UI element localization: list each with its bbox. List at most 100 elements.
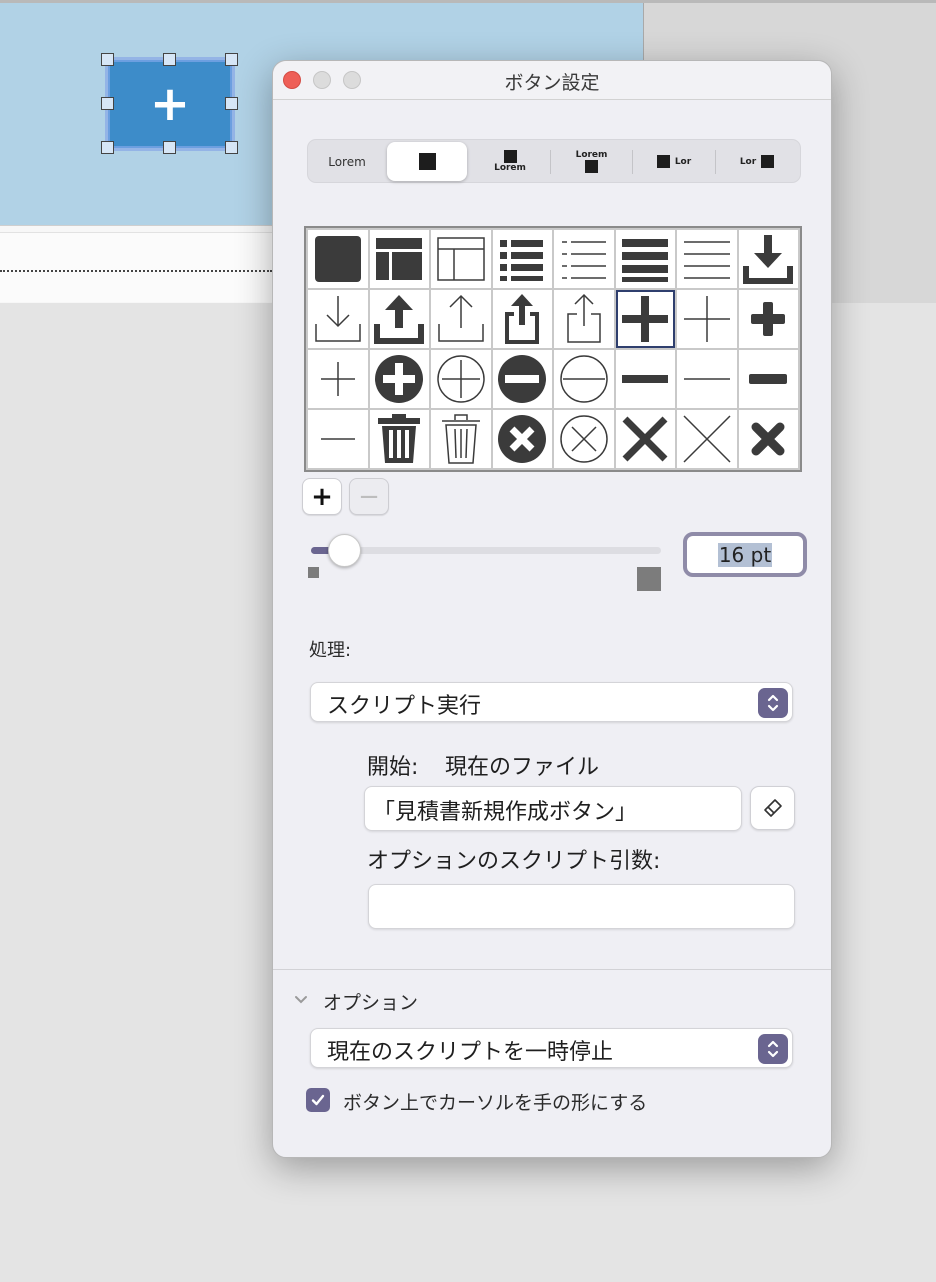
segment-icon-above-text[interactable]: Lorem	[470, 142, 550, 181]
icon-cell[interactable]	[738, 290, 798, 348]
upload-bold-icon	[374, 295, 425, 344]
icon-cell[interactable]	[677, 230, 737, 288]
icon-picker-grid	[304, 226, 802, 472]
resize-handle-top[interactable]	[163, 53, 176, 66]
icon-cell[interactable]	[554, 350, 614, 408]
icon-cell[interactable]	[369, 350, 429, 408]
icon-cell[interactable]	[615, 230, 675, 288]
icon-cell[interactable]	[431, 350, 491, 408]
icon-cell[interactable]	[369, 290, 429, 348]
segment-text-only[interactable]: Lorem	[308, 142, 386, 181]
resize-handle-top-right[interactable]	[225, 53, 238, 66]
icon-cell[interactable]	[431, 230, 491, 288]
add-icon-button[interactable]: +	[302, 478, 342, 515]
plus-heavy-icon	[751, 302, 786, 336]
list-bullets-bold-icon	[500, 240, 544, 281]
icon-cell[interactable]	[369, 410, 429, 468]
segment-label: Lorem	[328, 154, 366, 169]
trash-bold-icon	[378, 414, 421, 463]
segment-label: Lorem	[575, 150, 608, 160]
square-icon	[761, 155, 775, 168]
icon-cell[interactable]	[677, 290, 737, 348]
share-thin-icon	[567, 293, 601, 343]
resize-handle-bottom-left[interactable]	[101, 141, 114, 154]
section-divider	[273, 969, 831, 970]
chevron-down-icon[interactable]	[293, 991, 309, 1007]
edit-script-button[interactable]	[750, 786, 795, 830]
selected-layout-button[interactable]: +	[108, 60, 232, 148]
segment-label: Lor	[674, 156, 692, 167]
icon-cell[interactable]	[615, 410, 675, 468]
remove-icon-button[interactable]: −	[349, 478, 389, 515]
minus-circle-outline-icon	[560, 355, 608, 403]
icon-cell[interactable]	[308, 230, 368, 288]
icon-cell[interactable]	[308, 350, 368, 408]
icon-cell[interactable]	[554, 290, 614, 348]
lines-thin-icon	[683, 241, 730, 279]
options-select[interactable]: 現在のスクリプトを一時停止	[310, 1028, 793, 1068]
icon-cell[interactable]	[554, 230, 614, 288]
plus-light-icon	[320, 362, 355, 396]
icon-size-slider-track[interactable]	[311, 547, 661, 554]
icon-cell[interactable]	[677, 350, 737, 408]
options-section-header[interactable]: オプション	[323, 988, 418, 1015]
icon-cell[interactable]	[431, 290, 491, 348]
plus-bold-icon	[622, 296, 669, 342]
x-heavy-icon	[751, 422, 785, 456]
resize-handle-left[interactable]	[101, 97, 114, 110]
layout-sidebar-thin-icon	[437, 237, 485, 281]
segment-icon-left-text[interactable]: Lor	[633, 142, 715, 181]
hand-cursor-checkbox[interactable]	[306, 1088, 330, 1112]
chevron-up-down-icon	[758, 688, 788, 718]
icon-cell[interactable]	[554, 410, 614, 468]
dialog-titlebar[interactable]: ボタン設定	[273, 61, 831, 100]
icon-cell[interactable]	[677, 410, 737, 468]
icon-cell[interactable]	[615, 350, 675, 408]
resize-handle-top-left[interactable]	[101, 53, 114, 66]
label-style-segmented-control: Lorem Lorem Lorem Lor Lor	[307, 139, 801, 183]
x-bold-icon	[622, 416, 668, 462]
icon-size-slider-knob[interactable]	[328, 534, 361, 567]
icon-cell[interactable]	[308, 290, 368, 348]
start-label: 開始:	[367, 755, 419, 780]
square-icon	[503, 150, 517, 163]
script-param-input[interactable]	[368, 884, 795, 929]
square-icon	[418, 153, 436, 170]
hand-cursor-label[interactable]: ボタン上でカーソルを手の形にする	[343, 1088, 647, 1115]
icon-cell[interactable]	[308, 410, 368, 468]
plus-thin-icon	[683, 296, 730, 342]
segment-icon-only[interactable]	[387, 142, 467, 181]
start-value: 現在のファイル	[445, 755, 600, 780]
action-select[interactable]: スクリプト実行	[310, 682, 793, 722]
share-bold-icon	[505, 294, 540, 344]
x-circle-filled-icon	[498, 415, 547, 463]
script-name-field[interactable]: 「見積書新規作成ボタン」	[364, 786, 742, 831]
resize-handle-bottom-right[interactable]	[225, 141, 238, 154]
icon-cell[interactable]	[738, 410, 798, 468]
icon-cell[interactable]	[369, 230, 429, 288]
download-thin-icon	[315, 296, 361, 342]
icon-cell[interactable]	[431, 410, 491, 468]
minus-thin-icon	[683, 378, 730, 380]
icon-cell[interactable]	[738, 230, 798, 288]
resize-handle-bottom[interactable]	[163, 141, 176, 154]
square-filled-icon	[314, 236, 361, 282]
options-select-value: 現在のスクリプトを一時停止	[327, 1040, 614, 1065]
icon-cell-selected[interactable]	[615, 290, 675, 348]
icon-cell[interactable]	[492, 230, 552, 288]
x-circle-outline-icon	[560, 415, 608, 463]
large-size-icon	[637, 567, 661, 591]
icon-cell[interactable]	[492, 350, 552, 408]
list-bullets-thin-icon	[561, 241, 606, 279]
x-thin-icon	[683, 415, 731, 463]
minus-circle-filled-icon	[498, 355, 547, 403]
icon-cell[interactable]	[492, 290, 552, 348]
segment-text-left-icon[interactable]: Lor	[716, 142, 798, 181]
download-bold-icon	[743, 235, 794, 284]
icon-cell[interactable]	[738, 350, 798, 408]
icon-size-field[interactable]: 16 pt	[683, 532, 807, 577]
segment-text-above-icon[interactable]: Lorem	[551, 142, 632, 181]
upload-thin-icon	[438, 294, 484, 342]
icon-cell[interactable]	[492, 410, 552, 468]
resize-handle-right[interactable]	[225, 97, 238, 110]
